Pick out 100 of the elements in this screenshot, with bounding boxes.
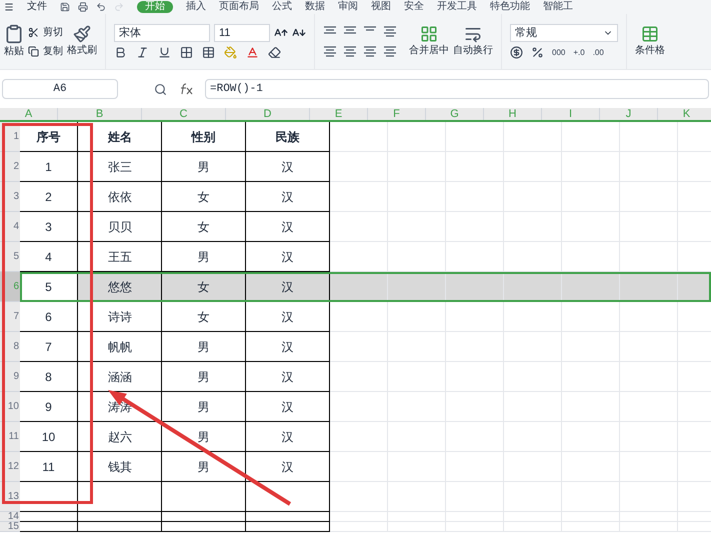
conditional-format-button[interactable]: 条件格: [635, 43, 665, 58]
column-header[interactable]: C: [142, 108, 226, 120]
table-cell: 女: [162, 182, 246, 212]
file-menu[interactable]: 文件: [27, 2, 47, 12]
table-cell: 汉: [246, 182, 330, 212]
table-cell: 女: [162, 212, 246, 242]
table-cell: 8: [20, 362, 78, 392]
table-cell: 男: [162, 242, 246, 272]
format-painter-button[interactable]: 格式刷: [67, 43, 97, 58]
conditional-format-icon[interactable]: [641, 25, 659, 43]
merge-button[interactable]: 合并居中: [409, 43, 449, 58]
ribbon-tab[interactable]: 特色功能: [490, 2, 530, 12]
table-cell: 姓名: [78, 122, 162, 152]
percent-icon[interactable]: [531, 46, 544, 59]
ribbon-tab[interactable]: 开发工具: [437, 2, 477, 12]
wrap-button[interactable]: 自动换行: [453, 43, 493, 58]
column-header[interactable]: I: [542, 108, 600, 120]
number-format-button[interactable]: 000: [552, 46, 566, 58]
font-name-field[interactable]: 宋体: [114, 24, 210, 42]
table-cell: 7: [20, 332, 78, 362]
table-cell: 汉: [246, 332, 330, 362]
table-cell: 3: [20, 212, 78, 242]
table-cell: 汉: [246, 422, 330, 452]
ribbon-tab[interactable]: 开始: [137, 1, 173, 13]
column-header[interactable]: G: [426, 108, 484, 120]
font-color-icon[interactable]: [246, 46, 259, 59]
column-header[interactable]: K: [658, 108, 711, 120]
formula-field[interactable]: =ROW()-1: [205, 79, 709, 99]
column-header[interactable]: E: [310, 108, 368, 120]
table-cell: 诗诗: [78, 302, 162, 332]
table-cell: 钱其: [78, 452, 162, 482]
wrap-icon[interactable]: [464, 25, 482, 43]
merge-icon[interactable]: [420, 25, 438, 43]
paste-button[interactable]: 粘贴: [4, 44, 24, 59]
align-left-icon[interactable]: [323, 46, 337, 58]
print-icon[interactable]: [78, 2, 88, 12]
cut-button[interactable]: 剪切: [28, 24, 63, 40]
table-cell: 男: [162, 422, 246, 452]
table-cell: 2: [20, 182, 78, 212]
column-header[interactable]: F: [368, 108, 426, 120]
number-format-button[interactable]: .00: [592, 46, 604, 58]
ribbon-tab[interactable]: 审阅: [338, 2, 358, 12]
save-icon[interactable]: [60, 2, 70, 12]
column-header[interactable]: B: [58, 108, 142, 120]
column-header[interactable]: A: [0, 108, 58, 120]
indent-icon[interactable]: [383, 26, 397, 38]
align-center-icon[interactable]: [343, 46, 357, 58]
align-right-icon[interactable]: [363, 46, 377, 58]
ribbon-tab[interactable]: 插入: [186, 2, 206, 12]
paste-icon[interactable]: [4, 24, 24, 44]
justify-icon[interactable]: [383, 46, 397, 58]
table-cell: 4: [20, 242, 78, 272]
row-header[interactable]: 15: [0, 522, 20, 532]
name-box[interactable]: A6: [2, 79, 118, 99]
border-icon[interactable]: [180, 46, 193, 59]
menu-icon[interactable]: [4, 2, 14, 12]
table-cell: 11: [20, 452, 78, 482]
brush-icon[interactable]: [73, 25, 91, 43]
table-cell: 性别: [162, 122, 246, 152]
font-size-field[interactable]: 11: [214, 24, 270, 42]
table-cell: 汉: [246, 392, 330, 422]
table-cell: 赵六: [78, 422, 162, 452]
table-cell: 汉: [246, 152, 330, 182]
table-cell: 民族: [246, 122, 330, 152]
table-cell: 依依: [78, 182, 162, 212]
bold-icon[interactable]: [114, 46, 127, 59]
table-cell: 汉: [246, 302, 330, 332]
column-header[interactable]: D: [226, 108, 310, 120]
italic-icon[interactable]: [136, 46, 149, 59]
number-format-field[interactable]: 常规: [510, 24, 618, 42]
table-cell: 男: [162, 152, 246, 182]
row-header[interactable]: 14: [0, 512, 20, 522]
column-header[interactable]: J: [600, 108, 658, 120]
table-cell: 序号: [20, 122, 78, 152]
table-cell: 女: [162, 302, 246, 332]
ribbon-tab[interactable]: 智能工: [543, 2, 573, 12]
scissors-icon: [28, 26, 39, 38]
table-cell: 9: [20, 392, 78, 422]
ribbon-tab[interactable]: 安全: [404, 2, 424, 12]
cell-style-icon[interactable]: [202, 46, 215, 59]
function-icon[interactable]: [179, 83, 193, 95]
column-header[interactable]: H: [484, 108, 542, 120]
table-cell: 1: [20, 152, 78, 182]
copy-button[interactable]: 复制: [28, 44, 63, 58]
underline-icon[interactable]: [158, 46, 171, 59]
currency-icon[interactable]: [510, 46, 523, 59]
ribbon-tab[interactable]: 公式: [272, 2, 292, 12]
table-cell: 男: [162, 332, 246, 362]
zoom-icon[interactable]: [154, 82, 167, 96]
table-cell: 6: [20, 302, 78, 332]
copy-icon: [28, 46, 39, 56]
ribbon-tab[interactable]: 视图: [371, 2, 391, 12]
table-cell: 贝贝: [78, 212, 162, 242]
fill-color-icon[interactable]: [224, 46, 237, 59]
ribbon-tab[interactable]: 页面布局: [219, 2, 259, 12]
table-cell: 男: [162, 452, 246, 482]
eraser-icon[interactable]: [268, 46, 281, 59]
undo-icon[interactable]: [96, 2, 106, 12]
number-format-button[interactable]: +.0: [573, 46, 585, 58]
ribbon-tab[interactable]: 数据: [305, 2, 325, 12]
